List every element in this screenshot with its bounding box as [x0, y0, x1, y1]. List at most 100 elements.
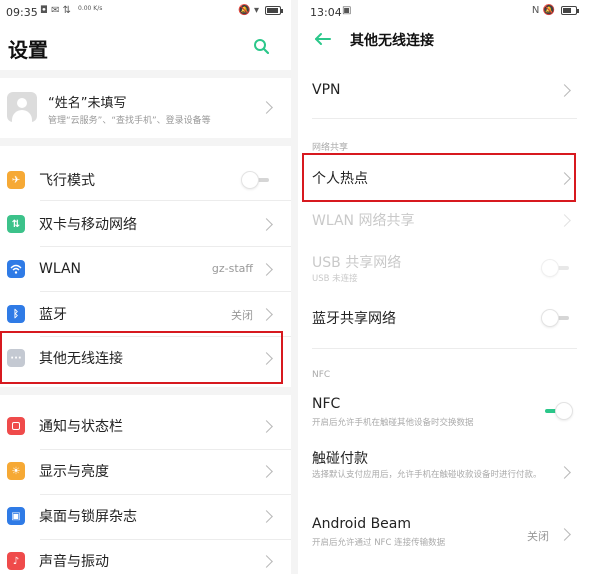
list-item-notifications[interactable]: 通知与状态栏: [0, 406, 291, 446]
profile-row[interactable]: “姓名”未填写 管理“云服务”、“查找手机”、登录设备等: [0, 78, 291, 136]
list-item-airplane-mode[interactable]: ✈ 飞行模式: [0, 160, 291, 200]
chevron-right-icon: [558, 466, 571, 479]
chevron-right-icon: [558, 528, 571, 541]
settings-screen: 09:35 ◘ ✉ ⇅ 0.00 K/s 🔕 ▾ 设置 “姓名”未填写 管理“云…: [0, 0, 291, 574]
tap-to-pay-subtitle: 选择默认支付应用后，允许手机在触碰收款设备时进行付款。: [312, 470, 542, 480]
row-divider: [40, 200, 291, 201]
list-item-nfc[interactable]: NFC 开启后允许手机在触碰其他设备时交换数据: [298, 390, 595, 436]
list-item-label: 显示与亮度: [39, 464, 109, 480]
list-item-tap-to-pay[interactable]: 触碰付款 选择默认支付应用后，允许手机在触碰收款设备时进行付款。: [298, 442, 595, 502]
usb-sharing-subtitle: USB 未连接: [312, 274, 358, 284]
list-item-label: WLAN: [39, 261, 82, 277]
header: 设置: [0, 26, 291, 70]
chevron-right-icon: [260, 308, 273, 321]
list-item-display[interactable]: ☀ 显示与亮度: [0, 451, 291, 491]
status-icons: ◘ ✉ ⇅: [40, 5, 72, 16]
list-item-usb-sharing: USB 共享网络 USB 未连接: [298, 244, 595, 292]
section-divider: [0, 387, 291, 395]
page-title: 设置: [8, 38, 48, 62]
android-beam-value: 关闭: [527, 530, 549, 543]
bluetooth-sharing-toggle[interactable]: [541, 309, 573, 327]
list-item-label: VPN: [312, 82, 341, 98]
brightness-icon: ☀: [7, 462, 25, 480]
list-item-label: WLAN 网络共享: [312, 213, 415, 229]
row-divider: [40, 449, 291, 450]
row-divider: [40, 246, 291, 247]
search-icon[interactable]: [253, 38, 269, 54]
chevron-right-icon: [260, 101, 273, 114]
section-label-nfc: NFC: [312, 370, 331, 380]
status-bar: 13:04 ▣ N 🔕: [298, 0, 595, 26]
profile-name: “姓名”未填写: [48, 96, 127, 111]
list-item-bluetooth[interactable]: ᛒ 蓝牙 关闭: [0, 294, 291, 334]
bluetooth-icon: ᛒ: [7, 305, 25, 323]
battery-icon: [265, 6, 283, 15]
chevron-right-icon: [558, 214, 571, 227]
chevron-right-icon: [260, 510, 273, 523]
row-divider: [312, 118, 577, 119]
bluetooth-status-value: 关闭: [231, 309, 253, 322]
list-item-bluetooth-sharing[interactable]: 蓝牙共享网络: [298, 298, 595, 338]
list-item-vpn[interactable]: VPN: [298, 68, 595, 112]
status-icons: ▣: [342, 5, 352, 16]
sim-icon: ⇅: [7, 215, 25, 233]
profile-subtitle: 管理“云服务”、“查找手机”、登录设备等: [48, 116, 211, 126]
screen-gap: [291, 0, 298, 574]
list-item-label: 蓝牙共享网络: [312, 311, 396, 327]
chevron-right-icon: [558, 84, 571, 97]
battery-icon: [561, 6, 579, 15]
section-divider: [0, 70, 291, 78]
airplane-icon: ✈: [7, 171, 25, 189]
chevron-right-icon: [260, 465, 273, 478]
status-right-icons: N 🔕: [531, 5, 579, 16]
wifi-icon: [7, 260, 25, 278]
list-item-label: 桌面与锁屏杂志: [39, 509, 137, 525]
list-item-wlan[interactable]: WLAN gz-staff: [0, 249, 291, 289]
wallpaper-icon: ▣: [7, 507, 25, 525]
other-wireless-screen: 13:04 ▣ N 🔕 其他无线连接 VPN 网络共享 个人热点 WLAN 网络…: [298, 0, 595, 574]
row-divider: [40, 539, 291, 540]
android-beam-subtitle: 开启后允许通过 NFC 连接传输数据: [312, 538, 446, 548]
back-arrow-icon[interactable]: [314, 32, 332, 46]
highlight-box: [0, 331, 283, 384]
row-divider: [312, 348, 577, 349]
section-divider: [0, 138, 291, 146]
nfc-toggle[interactable]: [541, 402, 573, 420]
usb-sharing-toggle: [541, 259, 573, 277]
list-item-label: 飞行模式: [39, 173, 95, 189]
status-right-icons: 🔕 ▾: [238, 5, 283, 16]
list-item-label: USB 共享网络: [312, 255, 402, 271]
status-time: 09:35: [6, 6, 38, 19]
chevron-right-icon: [260, 218, 273, 231]
nfc-mute-icon: N 🔕: [531, 5, 555, 16]
network-speed: 0.00 K/s: [78, 5, 103, 12]
chevron-right-icon: [260, 555, 273, 568]
nfc-subtitle: 开启后允许手机在触碰其他设备时交换数据: [312, 418, 474, 428]
list-item-label: Android Beam: [312, 516, 412, 532]
row-divider: [40, 494, 291, 495]
notification-icon: [7, 417, 25, 435]
highlight-box: [302, 153, 576, 202]
list-item-dual-sim[interactable]: ⇅ 双卡与移动网络: [0, 204, 291, 244]
list-item-label: 蓝牙: [39, 307, 67, 323]
chevron-right-icon: [260, 420, 273, 433]
list-item-label: 通知与状态栏: [39, 419, 123, 435]
sound-icon: ♪: [7, 552, 25, 570]
row-divider: [40, 291, 291, 292]
airplane-mode-toggle[interactable]: [241, 171, 273, 189]
list-item-label: NFC: [312, 396, 341, 412]
wlan-network-value: gz-staff: [211, 262, 253, 275]
status-bar: 09:35 ◘ ✉ ⇅ 0.00 K/s 🔕 ▾: [0, 0, 291, 26]
list-item-label: 触碰付款: [312, 451, 368, 467]
list-item-wlan-sharing: WLAN 网络共享: [298, 200, 595, 240]
list-item-android-beam[interactable]: Android Beam 开启后允许通过 NFC 连接传输数据 关闭: [298, 510, 595, 556]
list-item-label: 声音与振动: [39, 554, 109, 570]
list-item-wallpaper[interactable]: ▣ 桌面与锁屏杂志: [0, 496, 291, 536]
avatar: [7, 92, 37, 122]
page-title: 其他无线连接: [350, 33, 434, 49]
mute-icon: 🔕 ▾: [238, 5, 259, 16]
list-item-label: 双卡与移动网络: [39, 217, 137, 233]
section-label-sharing: 网络共享: [312, 143, 349, 153]
list-item-sound[interactable]: ♪ 声音与振动: [0, 541, 291, 574]
chevron-right-icon: [260, 263, 273, 276]
